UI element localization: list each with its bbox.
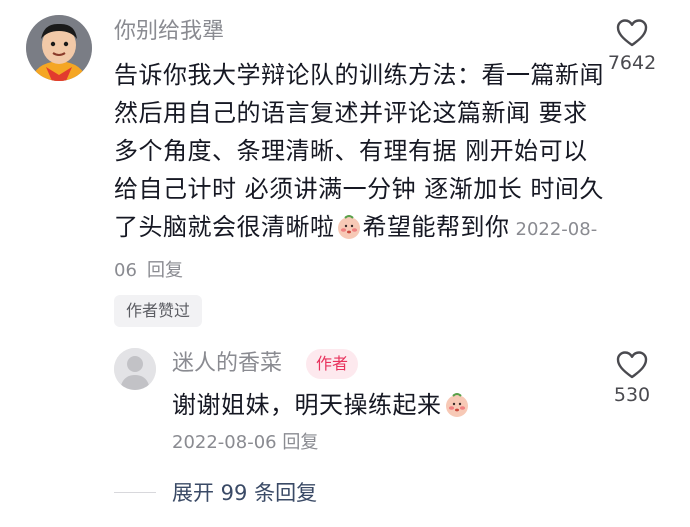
author-liked-badge: 作者赞过: [114, 295, 203, 327]
reply-link[interactable]: 回复: [282, 432, 318, 453]
heart-icon[interactable]: [616, 350, 648, 380]
divider: [114, 492, 156, 493]
reply-username[interactable]: 迷人的香菜: [172, 348, 282, 380]
comment-username[interactable]: 你别给我犟: [114, 16, 224, 48]
reply-like-count: 530: [613, 384, 651, 406]
author-badge: 作者: [306, 349, 359, 379]
reply-date: 2022-08-06: [172, 432, 277, 453]
expand-replies-button[interactable]: 展开 99 条回复: [172, 478, 317, 508]
reply-text: 谢谢姐妹，明天操练起来: [172, 386, 470, 424]
reply-body: 谢谢姐妹，明天操练起来: [172, 391, 442, 419]
like-count: 7642: [607, 52, 657, 74]
comment-body-end: 希望能帮到你: [362, 213, 510, 241]
avatar[interactable]: [26, 15, 92, 81]
reply-meta: 2022-08-06 回复: [172, 428, 318, 458]
reply-like-button[interactable]: 530: [602, 350, 662, 406]
blush-emoji-icon: [336, 213, 362, 239]
blush-emoji-icon: [444, 391, 470, 417]
comment-text: 告诉你我大学辩论队的训练方法：看一篇新闻 然后用自己的语言复述并评论这篇新闻 要…: [114, 56, 604, 290]
reply-link[interactable]: 回复: [147, 260, 183, 281]
like-button[interactable]: 7642: [602, 18, 662, 74]
reply-avatar[interactable]: [114, 348, 156, 390]
heart-icon[interactable]: [616, 18, 648, 48]
